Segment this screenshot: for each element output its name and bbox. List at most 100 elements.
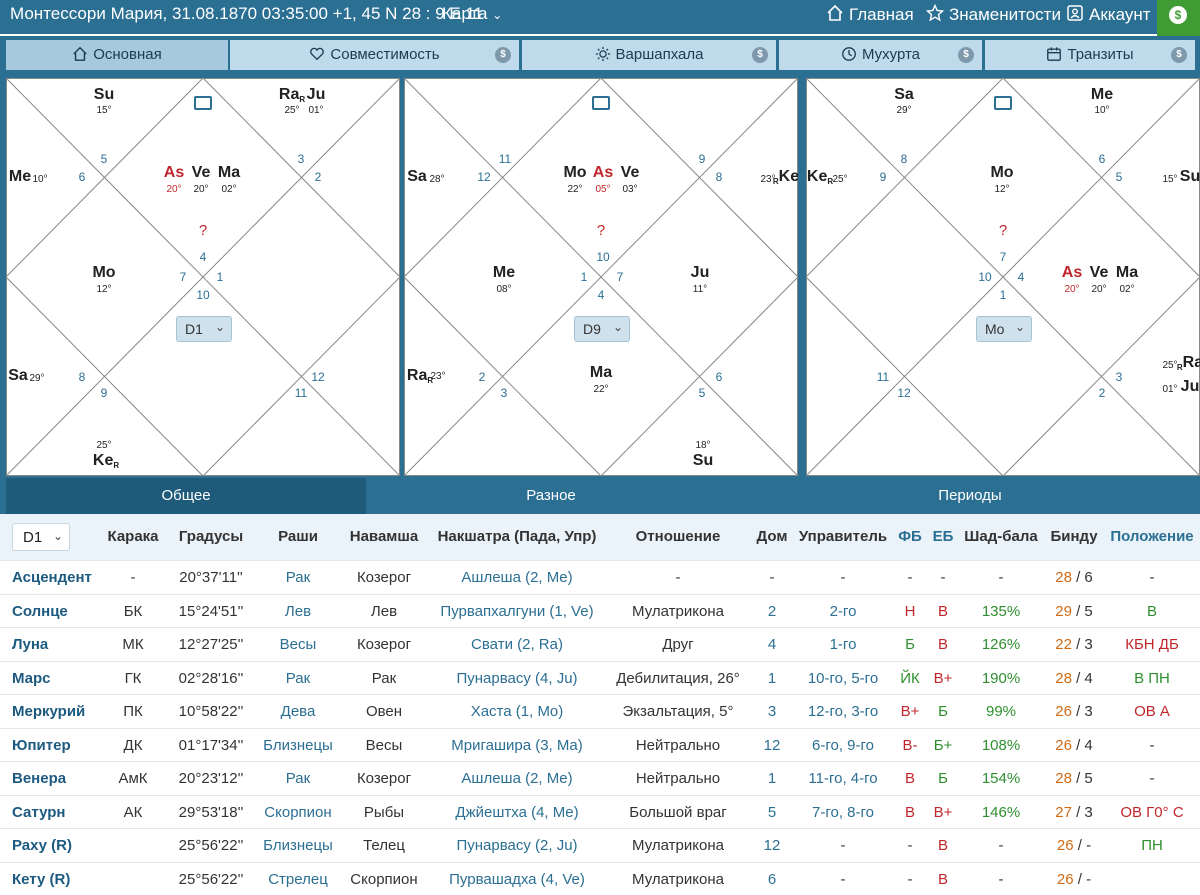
tab-general[interactable]: Общее	[6, 478, 366, 514]
tab-muhurta[interactable]: Мухурта $	[779, 40, 982, 70]
row-ruler[interactable]: 2-го	[830, 603, 857, 620]
row-ruler[interactable]: 11-го, 4-го	[808, 770, 877, 787]
row-planet-name[interactable]: Юпитер	[12, 737, 71, 754]
nav-celebrities[interactable]: Знаменитости	[925, 3, 1061, 25]
row-nakshatra[interactable]: Пунарвасу (4, Ju)	[456, 670, 577, 687]
row-house[interactable]: 2	[768, 603, 776, 620]
row-planet-name[interactable]: Сатурн	[12, 804, 65, 821]
top-bar: Монтессори Мария, 31.08.1870 03:35:00 +1…	[0, 0, 1200, 36]
chart-d9-select[interactable]: D9 ⌄	[574, 316, 630, 342]
tab-misc[interactable]: Разное	[366, 478, 736, 514]
bindu-separator: /	[1071, 636, 1085, 653]
row-nakshatra[interactable]: Мригашира (3, Ma)	[451, 737, 582, 754]
row-house[interactable]: 12	[764, 837, 781, 854]
tab-transits[interactable]: Транзиты $	[985, 40, 1195, 70]
chart-d1-select[interactable]: D1 ⌄	[176, 316, 232, 342]
planet-mo-degree: 12°	[96, 284, 112, 295]
row-ruler[interactable]: 1-го	[830, 636, 857, 653]
row-rashi[interactable]: Близнецы	[263, 737, 333, 754]
row-rashi[interactable]: Лев	[285, 603, 311, 620]
row-house[interactable]: 1	[768, 770, 776, 787]
row-ruler[interactable]: 10-го, 5-го	[808, 670, 878, 687]
row-planet-name[interactable]: Меркурий	[12, 703, 85, 720]
row-nakshatra[interactable]: Джйештха (4, Me)	[455, 804, 578, 821]
row-house[interactable]: 1	[768, 670, 776, 687]
question-mark[interactable]: ?	[597, 222, 605, 239]
planet-as-degree: 05°	[595, 184, 611, 195]
row-navamsha: Скорпион	[350, 870, 418, 888]
row-planet-name[interactable]: Луна	[12, 636, 48, 653]
row-rashi[interactable]: Весы	[280, 636, 317, 653]
tab-periods[interactable]: Периоды	[740, 478, 1200, 514]
planet-ju-degree: 01°	[1162, 384, 1178, 395]
col-rashi: Раши	[278, 528, 318, 545]
row-planet-name[interactable]: Раху (R)	[12, 837, 72, 854]
row-planet-name[interactable]: Марс	[12, 670, 51, 687]
row-rashi[interactable]: Рак	[286, 569, 310, 586]
row-nakshatra[interactable]: Пунарвасу (2, Ju)	[456, 837, 577, 854]
row-nakshatra[interactable]: Пурвапхалгуни (1, Ve)	[440, 603, 593, 620]
row-planet-name[interactable]: Солнце	[12, 603, 68, 620]
row-nakshatra[interactable]: Пурвашадха (4, Ve)	[449, 871, 585, 888]
row-house[interactable]: 5	[768, 804, 776, 821]
chart-square-icon[interactable]	[592, 96, 610, 110]
planet-su-degree: 15°	[96, 105, 112, 116]
house-number: 12	[477, 170, 491, 184]
planet-sa-degree: 29°	[29, 373, 45, 384]
row-rashi[interactable]: Скорпион	[264, 804, 331, 821]
row-rashi[interactable]: Близнецы	[263, 837, 333, 854]
house-number: 2	[1098, 386, 1106, 400]
row-rashi[interactable]: Рак	[286, 670, 310, 687]
row-relation: Мулатрикона	[632, 837, 724, 854]
nav-home[interactable]: Главная	[826, 4, 914, 25]
tab-main[interactable]: Основная	[6, 40, 228, 70]
row-planet-name[interactable]: Венера	[12, 770, 66, 787]
nav-account[interactable]: Аккаунт	[1066, 4, 1151, 25]
row-rashi[interactable]: Рак	[286, 770, 310, 787]
question-mark[interactable]: ?	[199, 222, 207, 239]
row-house[interactable]: 4	[768, 636, 776, 653]
chart-square-icon[interactable]	[194, 96, 212, 110]
tab-varshaphala[interactable]: Варшапхала $	[522, 40, 776, 70]
row-nakshatra[interactable]: Хаста (1, Mo)	[471, 703, 564, 720]
row-ruler[interactable]: 12-го, 3-го	[808, 703, 878, 720]
row-planet-name[interactable]: Асцендент	[12, 569, 92, 586]
row-house[interactable]: 12	[764, 737, 781, 754]
planet-su: Su	[1179, 168, 1200, 185]
col-nakshatra: Накшатра (Пада, Упр)	[437, 528, 597, 545]
row-relation: Мулатрикона	[632, 870, 724, 888]
house-number: 10	[196, 288, 210, 302]
row-rashi[interactable]: Дева	[281, 703, 316, 720]
row-ruler[interactable]: 6-го, 9-го	[812, 737, 874, 754]
question-mark[interactable]: ?	[999, 222, 1007, 239]
row-ruler[interactable]: 7-го, 8-го	[812, 804, 874, 821]
row-nakshatra[interactable]: Свати (2, Ra)	[471, 636, 563, 653]
chart-moon-select[interactable]: Mo ⌄	[976, 316, 1032, 342]
planet-mo-degree: 12°	[994, 184, 1010, 195]
table-row: Асцендент - 20°37'11'' Рак Козерог Ашлеша (2,…	[0, 560, 1200, 593]
row-nakshatra[interactable]: Ашлеша (2, Me)	[461, 569, 572, 586]
house-number: 8	[715, 170, 723, 184]
table-chart-select[interactable]: D1 ⌄	[12, 523, 70, 551]
pricing-button[interactable]: $	[1157, 0, 1200, 36]
planet-ma-degree: 22°	[593, 384, 609, 395]
planet-ve: Ve	[620, 164, 640, 181]
row-rashi[interactable]: Стрелец	[268, 871, 328, 888]
row-bindu: 26 / 4	[1055, 737, 1093, 754]
chart-square-icon[interactable]	[994, 96, 1012, 110]
map-dropdown[interactable]: Карта ⌄	[442, 4, 502, 24]
row-nakshatra[interactable]: Ашлеша (2, Me)	[461, 770, 572, 787]
col-position[interactable]: Положение	[1110, 528, 1193, 545]
row-house[interactable]: 6	[768, 871, 776, 888]
row-house[interactable]: 3	[768, 703, 776, 720]
tab-compatibility[interactable]: Совместимость $	[230, 40, 519, 70]
col-relation: Отношение	[635, 528, 721, 545]
house-number: 3	[297, 152, 305, 166]
col-fb[interactable]: ФБ	[898, 528, 922, 545]
row-relation: Дебилитация, 26°	[616, 669, 740, 687]
row-relation: Нейтрально	[635, 770, 721, 787]
main-tabs: Основная Совместимость $ Варшапхала $ Му…	[0, 36, 1200, 74]
col-eb[interactable]: ЕБ	[933, 528, 954, 545]
row-planet-name[interactable]: Кету (R)	[12, 871, 70, 888]
house-number: 7	[616, 270, 624, 284]
